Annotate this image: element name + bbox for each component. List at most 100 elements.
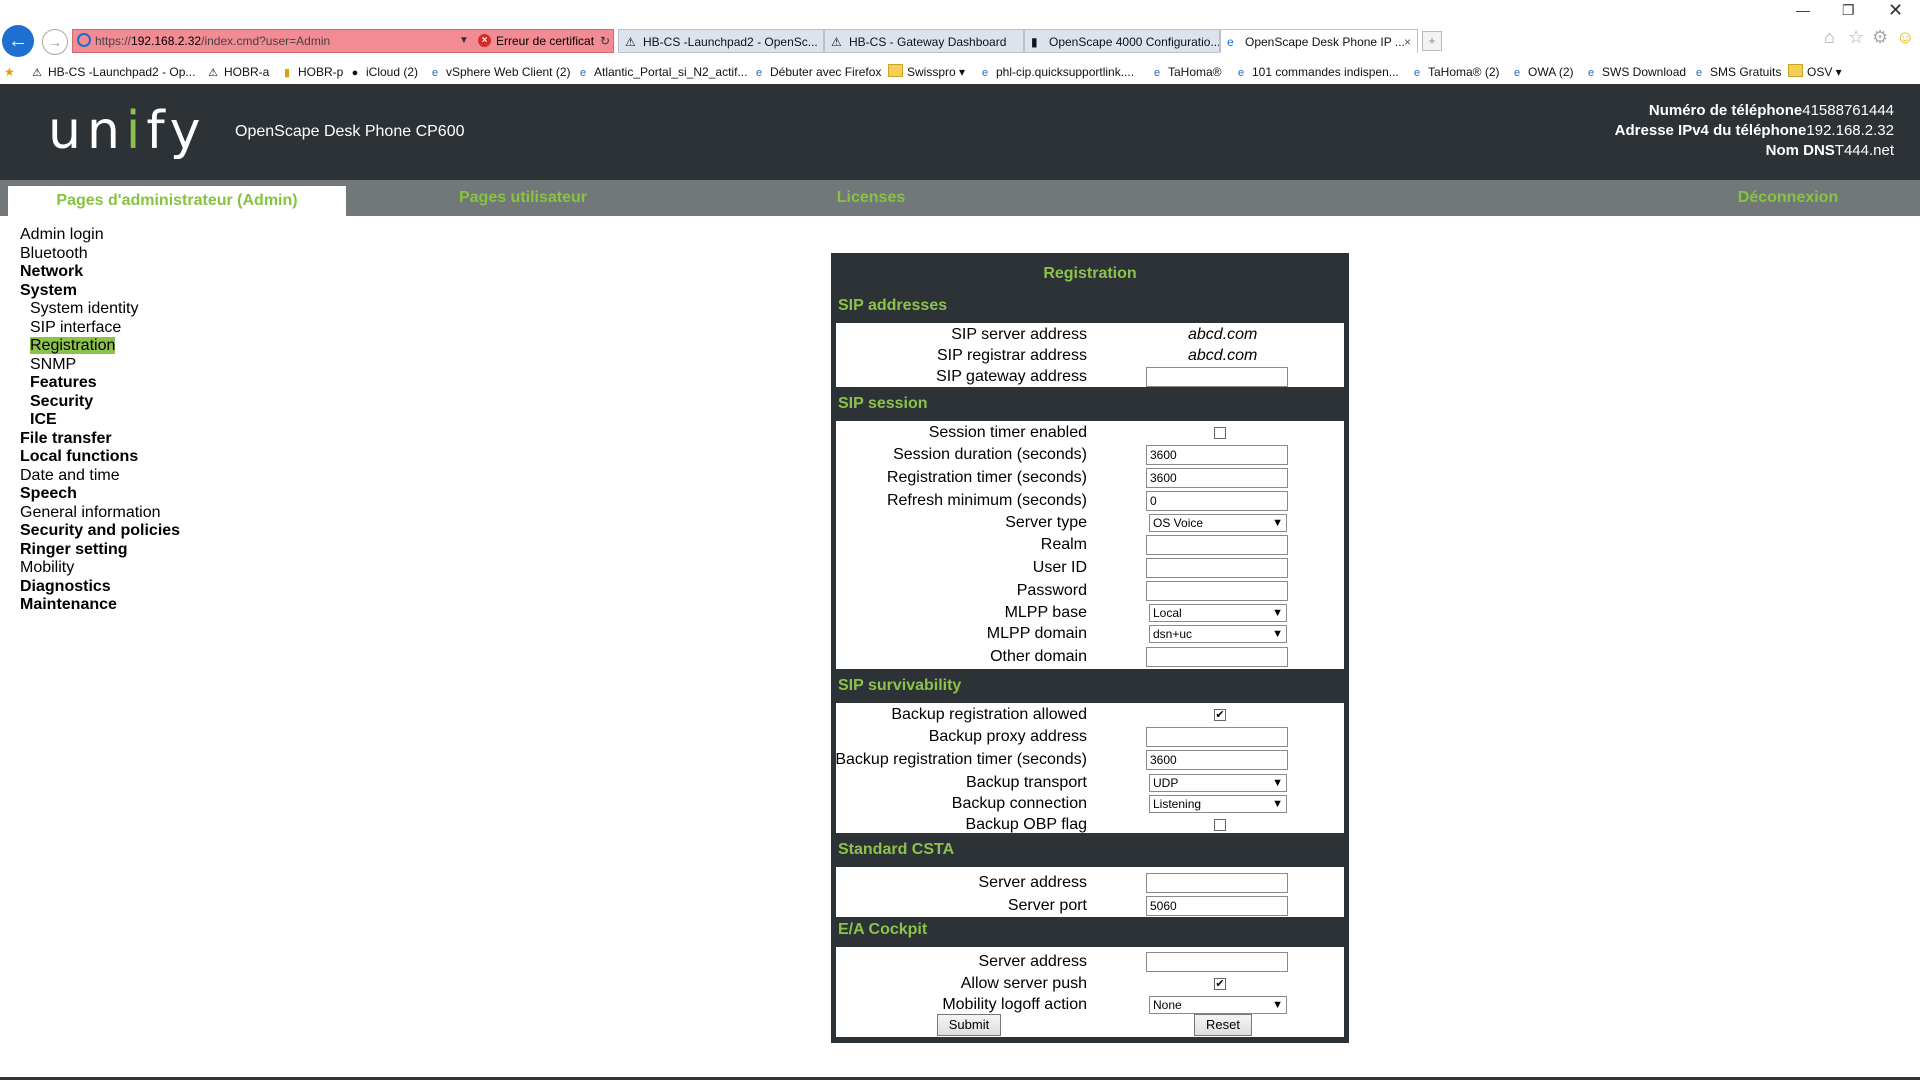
sidebar-item-ice[interactable]: ICE: [20, 411, 180, 430]
sidebar-item-maintenance[interactable]: Maintenance: [20, 596, 180, 615]
certificate-error-icon[interactable]: ×: [478, 34, 491, 47]
reset-button[interactable]: Reset: [1194, 1014, 1252, 1036]
backup-registration-timer-input[interactable]: [1146, 750, 1288, 770]
warning-icon: ⚠: [32, 67, 42, 79]
user-id-label: User ID: [1032, 559, 1087, 576]
address-dropdown-icon[interactable]: ▼: [459, 30, 469, 52]
add-favorite-icon[interactable]: ★: [4, 64, 15, 80]
server-type-select[interactable]: OS Voice ▼: [1149, 514, 1287, 532]
sidebar-item-security-and-policies[interactable]: Security and policies: [20, 522, 180, 541]
favorite-item[interactable]: e vSphere Web Client (2): [428, 64, 571, 81]
warning-icon: ⚠: [625, 35, 636, 49]
tab-launchpad[interactable]: ⚠ HB-CS -Launchpad2 - OpenSc...: [618, 29, 824, 53]
favorite-item[interactable]: e Atlantic_Portal_si_N2_actif...: [576, 64, 747, 81]
close-tab-icon[interactable]: ×: [1404, 30, 1411, 52]
session-timer-enabled-checkbox[interactable]: [1214, 427, 1226, 439]
top-nav: Pages d'administrateur (Admin) Pages uti…: [0, 180, 1920, 216]
sidebar-item-local-functions[interactable]: Local functions: [20, 448, 180, 467]
sidebar-item-diagnostics[interactable]: Diagnostics: [20, 578, 180, 597]
row-refresh-minimum: Refresh minimum (seconds): [836, 491, 1344, 511]
tab-admin-pages[interactable]: Pages d'administrateur (Admin): [8, 186, 346, 216]
backup-transport-label: Backup transport: [966, 774, 1087, 791]
user-id-input[interactable]: [1146, 558, 1288, 578]
favorite-item[interactable]: ⚠ HOBR-a: [206, 64, 269, 81]
minimize-icon[interactable]: —: [1796, 2, 1810, 18]
tab-licenses[interactable]: Licenses: [826, 180, 916, 216]
csta-server-port-input[interactable]: [1146, 896, 1288, 916]
realm-input[interactable]: [1146, 535, 1288, 555]
sidebar-item-ringer-setting[interactable]: Ringer setting: [20, 541, 180, 560]
registration-timer-input[interactable]: [1146, 468, 1288, 488]
row-sip-gateway-address: SIP gateway address: [836, 367, 1344, 387]
favorite-item[interactable]: e SWS Download: [1584, 64, 1686, 81]
favorite-item[interactable]: e 101 commandes indispen...: [1234, 64, 1399, 81]
sidebar-item-features[interactable]: Features: [20, 374, 180, 393]
favorite-item[interactable]: e Débuter avec Firefox: [752, 64, 881, 81]
backup-registration-allowed-checkbox[interactable]: ✔: [1214, 709, 1226, 721]
restore-icon[interactable]: ❐: [1842, 2, 1855, 19]
sip-gateway-address-input[interactable]: [1146, 367, 1288, 387]
backup-obp-flag-checkbox[interactable]: [1214, 819, 1226, 831]
session-timer-enabled-label: Session timer enabled: [928, 424, 1087, 441]
favorite-item[interactable]: e TaHoma® (2): [1410, 64, 1500, 81]
sidebar-item-system-identity[interactable]: System identity: [20, 300, 180, 319]
tab-desk-phone[interactable]: e OpenScape Desk Phone IP ... ×: [1220, 29, 1418, 53]
sidebar-item-registration[interactable]: Registration: [20, 337, 180, 356]
section-sip-addresses: SIP addresses: [838, 297, 948, 314]
sidebar-item-bluetooth[interactable]: Bluetooth: [20, 245, 180, 264]
mobility-logoff-action-select[interactable]: None ▼: [1149, 996, 1287, 1014]
csta-server-address-input[interactable]: [1146, 873, 1288, 893]
chevron-down-icon: ▼: [1272, 999, 1283, 1011]
sidebar-item-general-information[interactable]: General information: [20, 504, 180, 523]
back-button[interactable]: ←: [2, 25, 34, 57]
submit-button[interactable]: Submit: [937, 1014, 1001, 1036]
mlpp-domain-select[interactable]: dsn+uc ▼: [1149, 625, 1287, 643]
favorite-folder[interactable]: Swisspro ▾: [888, 64, 965, 80]
favorite-item[interactable]: ● iCloud (2): [348, 64, 418, 81]
tab-openscape-4000[interactable]: ▮ OpenScape 4000 Configuratio...: [1024, 29, 1220, 53]
favorite-folder[interactable]: OSV ▾: [1788, 64, 1842, 80]
backup-transport-select[interactable]: UDP ▼: [1149, 774, 1287, 792]
forward-button[interactable]: →: [42, 29, 68, 55]
sidebar-item-sip-interface[interactable]: SIP interface: [20, 319, 180, 338]
ea-server-address-input[interactable]: [1146, 952, 1288, 972]
allow-server-push-checkbox[interactable]: ✔: [1214, 978, 1226, 990]
home-icon[interactable]: ⌂: [1824, 27, 1835, 48]
other-domain-input[interactable]: [1146, 647, 1288, 667]
session-duration-input[interactable]: [1146, 445, 1288, 465]
refresh-minimum-input[interactable]: [1146, 491, 1288, 511]
backup-proxy-address-input[interactable]: [1146, 727, 1288, 747]
backup-connection-select[interactable]: Listening ▼: [1149, 795, 1287, 813]
sidebar-item-network[interactable]: Network: [20, 263, 180, 282]
favorite-item[interactable]: ⚠ HB-CS -Launchpad2 - Op...: [30, 64, 195, 81]
sidebar-item-speech[interactable]: Speech: [20, 485, 180, 504]
sidebar-item-mobility[interactable]: Mobility: [20, 559, 180, 578]
refresh-icon[interactable]: ↻: [600, 30, 610, 52]
close-window-icon[interactable]: ✕: [1888, 0, 1903, 21]
favorites-star-icon[interactable]: ☆: [1848, 27, 1864, 48]
favorite-item[interactable]: ▮ HOBR-p: [280, 64, 343, 81]
new-tab-button[interactable]: +: [1422, 31, 1442, 51]
backup-registration-allowed-label: Backup registration allowed: [891, 706, 1087, 723]
ipv4-address: 192.168.2.32: [1806, 122, 1894, 139]
certificate-error-label[interactable]: Erreur de certificat: [496, 30, 594, 52]
mlpp-base-select[interactable]: Local ▼: [1149, 604, 1287, 622]
tab-logout[interactable]: Déconnexion: [1720, 180, 1856, 216]
address-bar[interactable]: https://192.168.2.32/index.cmd?user=Admi…: [72, 29, 614, 53]
gear-icon[interactable]: ⚙: [1872, 27, 1888, 48]
favorite-item[interactable]: e SMS Gratuits: [1692, 64, 1781, 81]
favorite-item[interactable]: e OWA (2): [1510, 64, 1574, 81]
favorite-item[interactable]: e TaHoma®: [1150, 64, 1222, 81]
tab-user-pages[interactable]: Pages utilisateur: [440, 180, 606, 216]
sidebar-item-date-and-time[interactable]: Date and time: [20, 467, 180, 486]
tab-gateway-dashboard[interactable]: ⚠ HB-CS - Gateway Dashboard: [824, 29, 1024, 53]
password-input[interactable]: [1146, 581, 1288, 601]
sidebar-item-snmp[interactable]: SNMP: [20, 356, 180, 375]
tab-label: HB-CS - Gateway Dashboard: [849, 35, 1007, 49]
sidebar-item-security[interactable]: Security: [20, 393, 180, 412]
favorite-item[interactable]: e phl-cip.quicksupportlink....: [978, 64, 1134, 81]
feedback-smiley-icon[interactable]: ☺: [1896, 27, 1914, 48]
sidebar-item-admin-login[interactable]: Admin login: [20, 226, 180, 245]
sidebar-item-system[interactable]: System: [20, 282, 180, 301]
sidebar-item-file-transfer[interactable]: File transfer: [20, 430, 180, 449]
